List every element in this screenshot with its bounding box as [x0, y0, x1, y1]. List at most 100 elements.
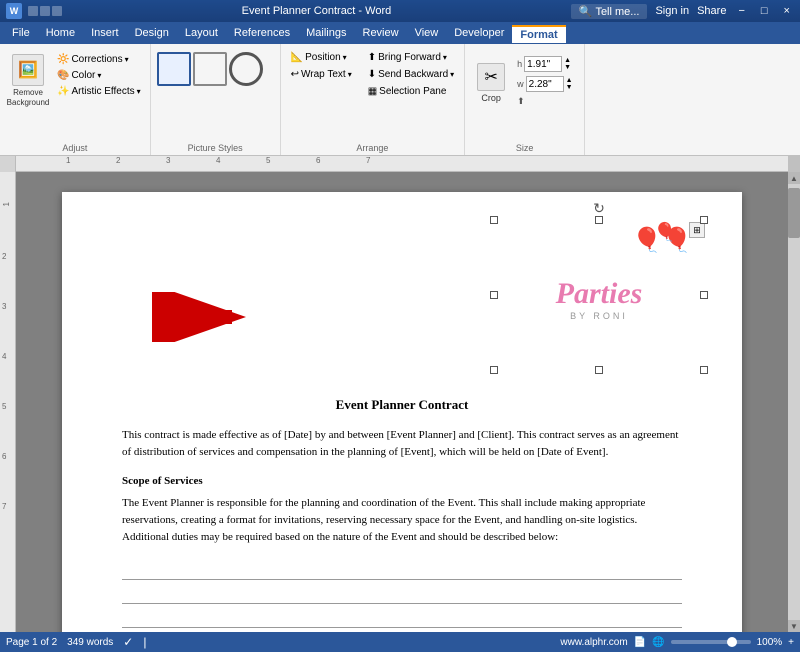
style-2[interactable]: [193, 52, 227, 86]
size-launch-label: ⬆: [517, 96, 525, 107]
handle-mr[interactable]: [700, 291, 708, 299]
remove-bg-label: Remove Background: [7, 88, 50, 107]
document-area[interactable]: ↻ 🎈🎈 🎈 Parties BY RONI ⊞: [16, 172, 788, 632]
doc-line-1: [122, 560, 682, 580]
image-container[interactable]: ↻ 🎈🎈 🎈 Parties BY RONI ⊞: [494, 220, 704, 370]
scroll-track[interactable]: [788, 238, 800, 620]
scroll-down-btn[interactable]: ▼: [788, 620, 800, 632]
height-input[interactable]: [524, 56, 562, 72]
tab-layout[interactable]: Layout: [177, 25, 226, 41]
tab-review[interactable]: Review: [355, 25, 407, 41]
website-text: www.alphr.com: [560, 637, 627, 648]
color-btn[interactable]: 🎨 Color ▾: [54, 68, 144, 83]
maximize-btn[interactable]: □: [757, 5, 772, 17]
doc-line-2: [122, 584, 682, 604]
ribbon-group-picture-styles: Picture Styles: [151, 44, 281, 155]
tab-developer[interactable]: Developer: [446, 25, 512, 41]
height-up-arrow[interactable]: ▲: [564, 57, 571, 64]
handle-br[interactable]: [700, 366, 708, 374]
zoom-in-icon[interactable]: +: [788, 637, 794, 648]
ribbon-group-size: ✂ Crop h ▲ ▼ w ▲: [465, 44, 585, 155]
view-web-icon[interactable]: 🌐: [652, 637, 664, 648]
wrap-text-btn[interactable]: ↩ Wrap Text ▾: [287, 67, 356, 82]
color-icon: 🎨: [57, 70, 69, 81]
width-up-arrow[interactable]: ▲: [566, 77, 573, 84]
doc-page: ↻ 🎈🎈 🎈 Parties BY RONI ⊞: [62, 192, 742, 632]
quick-access-save[interactable]: [28, 6, 38, 16]
tab-references[interactable]: References: [226, 25, 298, 41]
logo-title: Parties: [556, 279, 643, 309]
scrollbar-vertical[interactable]: ▲ ▼: [788, 172, 800, 632]
arrow-svg: [152, 292, 252, 342]
layout-options-icon[interactable]: ⊞: [689, 222, 705, 238]
balloon-extra: 🎈: [654, 222, 676, 243]
sign-in-btn[interactable]: Sign in: [655, 5, 689, 17]
tab-view[interactable]: View: [407, 25, 447, 41]
zoom-level: 100%: [757, 637, 783, 648]
spelling-icon[interactable]: ✓: [123, 635, 133, 649]
zoom-thumb: [727, 637, 737, 647]
selection-icon: ▦: [368, 86, 377, 97]
minimize-btn[interactable]: −: [734, 5, 748, 17]
logo-image: 🎈🎈 🎈 Parties BY RONI: [494, 220, 704, 370]
corrections-icon: 🔆: [57, 54, 69, 65]
scroll-up-btn[interactable]: ▲: [788, 172, 800, 184]
doc-title: Event Planner Contract: [122, 397, 682, 413]
picture-styles-label: Picture Styles: [151, 143, 280, 153]
tab-file[interactable]: File: [4, 25, 38, 41]
remove-background-btn[interactable]: 🖼️ Remove Background: [6, 48, 50, 114]
view-print-icon[interactable]: 📄: [634, 637, 646, 648]
width-down-arrow[interactable]: ▼: [566, 84, 573, 91]
position-icon: 📐: [291, 52, 303, 63]
handle-ml[interactable]: [490, 291, 498, 299]
tab-format[interactable]: Format: [512, 25, 565, 43]
tab-design[interactable]: Design: [127, 25, 177, 41]
corrections-btn[interactable]: 🔆 Corrections ▾: [54, 52, 144, 67]
height-label: h: [517, 59, 522, 69]
tab-home[interactable]: Home: [38, 25, 83, 41]
crop-icon: ✂: [484, 67, 497, 87]
ribbon-group-arrange: 📐 Position ▾ ↩ Wrap Text ▾ ⬆ Bring Forwa…: [281, 44, 466, 155]
crop-btn[interactable]: ✂ Crop: [471, 50, 511, 116]
ruler-h-content: 1 2 3 4 5 6 7: [16, 156, 788, 171]
handle-tl[interactable]: [490, 216, 498, 224]
quick-access-undo[interactable]: [40, 6, 50, 16]
doc-scope-text: The Event Planner is responsible for the…: [122, 495, 682, 546]
zoom-slider[interactable]: [671, 640, 751, 644]
logo-subtitle: BY RONI: [570, 311, 628, 321]
ribbon: 🖼️ Remove Background 🔆 Corrections ▾ 🎨 C…: [0, 44, 800, 156]
selection-pane-btn[interactable]: ▦ Selection Pane: [364, 84, 458, 99]
handle-tr[interactable]: [700, 216, 708, 224]
artistic-icon: ✨: [57, 86, 69, 97]
send-backward-icon: ⬇: [368, 69, 376, 80]
status-right: www.alphr.com 📄 🌐 100% +: [560, 637, 794, 648]
doc-lines: [122, 560, 682, 628]
quick-access-redo[interactable]: [52, 6, 62, 16]
style-3[interactable]: [229, 52, 263, 86]
scroll-thumb[interactable]: [788, 188, 800, 238]
tab-mailings[interactable]: Mailings: [298, 25, 354, 41]
doc-scroll: ↻ 🎈🎈 🎈 Parties BY RONI ⊞: [16, 172, 788, 632]
doc-intro: This contract is made effective as of [D…: [122, 427, 682, 461]
artistic-effects-btn[interactable]: ✨ Artistic Effects ▾: [54, 84, 144, 99]
rotate-handle[interactable]: ↻: [593, 200, 605, 217]
tell-me-box[interactable]: 🔍 Tell me...: [571, 4, 648, 19]
width-input[interactable]: [526, 76, 564, 92]
height-down-arrow[interactable]: ▼: [564, 64, 571, 71]
wrap-icon: ↩: [291, 69, 299, 80]
arrange-label: Arrange: [281, 143, 465, 153]
send-backward-btn[interactable]: ⬇ Send Backward ▾: [364, 67, 458, 82]
doc-line-3: [122, 608, 682, 628]
track-changes-icon: |: [143, 635, 146, 649]
position-btn[interactable]: 📐 Position ▾: [287, 50, 356, 65]
size-label: Size: [465, 143, 584, 153]
handle-bm[interactable]: [595, 366, 603, 374]
handle-tm[interactable]: [595, 216, 603, 224]
close-btn[interactable]: ×: [780, 5, 794, 17]
share-btn[interactable]: Share: [697, 5, 726, 17]
style-1[interactable]: [157, 52, 191, 86]
tab-insert[interactable]: Insert: [83, 25, 127, 41]
bring-forward-btn[interactable]: ⬆ Bring Forward ▾: [364, 50, 458, 65]
handle-bl[interactable]: [490, 366, 498, 374]
ruler-corner: [0, 156, 16, 172]
